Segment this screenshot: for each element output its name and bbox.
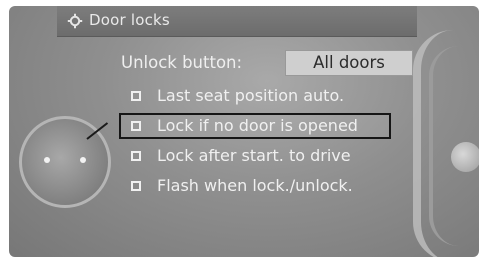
- option-label: Flash when lock./unlock.: [157, 176, 353, 195]
- option-lock-if-no-door-opened[interactable]: Lock if no door is opened: [119, 113, 391, 139]
- option-lock-after-start[interactable]: Lock after start. to drive: [121, 144, 421, 170]
- option-flash-when-lock-unlock[interactable]: Flash when lock./unlock.: [121, 174, 421, 200]
- page-title: Door locks: [89, 11, 170, 29]
- display-frame: Door locks Unlock button: All doors Last…: [0, 0, 483, 261]
- option-label: Last seat position auto.: [157, 86, 345, 105]
- gear-icon: [67, 13, 83, 29]
- controller-dot-left: [44, 157, 50, 163]
- checkbox[interactable]: [131, 121, 141, 131]
- checkbox[interactable]: [131, 181, 141, 191]
- option-label: Lock if no door is opened: [157, 116, 358, 135]
- unlock-button-label: Unlock button:: [121, 53, 243, 72]
- checkbox[interactable]: [131, 91, 141, 101]
- unlock-button-row[interactable]: Unlock button: All doors: [121, 50, 421, 78]
- idrive-screen: Door locks Unlock button: All doors Last…: [9, 6, 479, 257]
- option-last-seat-position[interactable]: Last seat position auto.: [121, 84, 421, 110]
- option-label: Lock after start. to drive: [157, 146, 351, 165]
- scroll-knob[interactable]: [451, 142, 479, 172]
- controller-dot-right: [80, 157, 86, 163]
- unlock-button-value[interactable]: All doors: [285, 50, 413, 76]
- checkbox[interactable]: [131, 151, 141, 161]
